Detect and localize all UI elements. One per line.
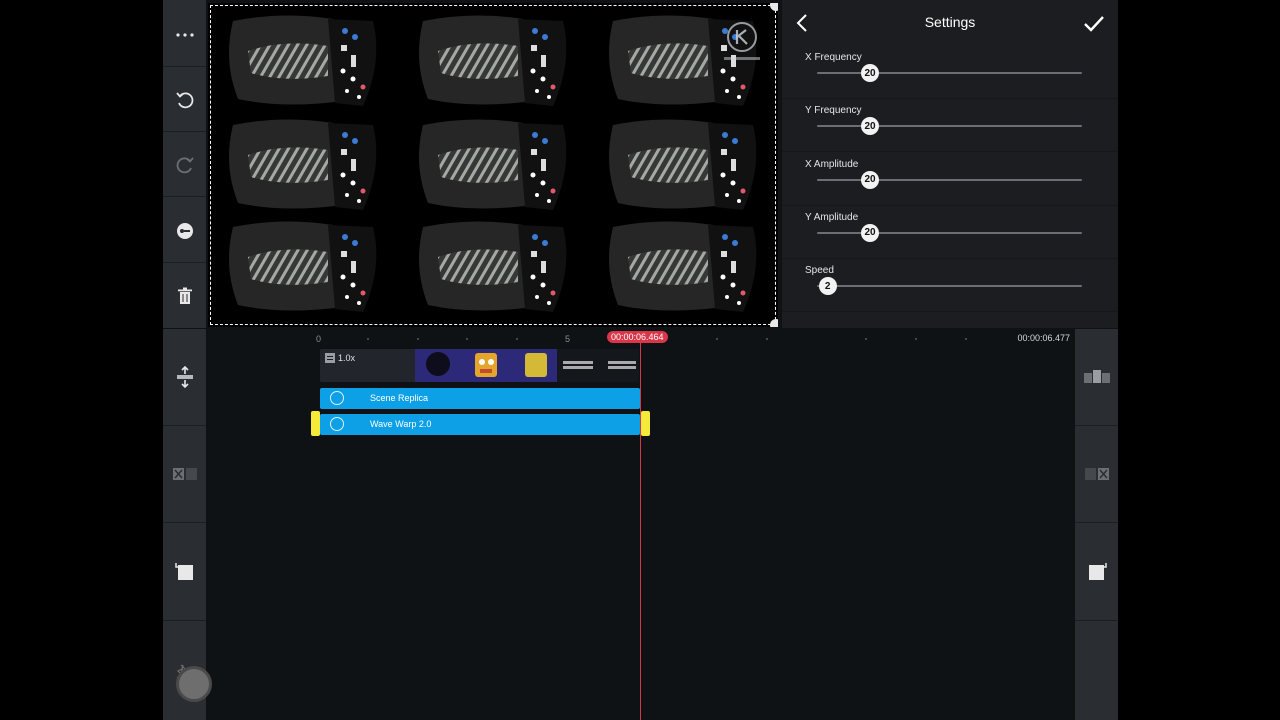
delete-button[interactable] xyxy=(163,264,206,328)
timeline-right-bar xyxy=(1075,329,1118,720)
slider-thumb[interactable]: 20 xyxy=(861,170,879,189)
layer-wave-warp[interactable]: Wave Warp 2.0 xyxy=(320,414,640,435)
keyframe-icon xyxy=(176,222,193,239)
clip-split-right-icon xyxy=(1084,468,1109,480)
end-time: 00:00:06.477 xyxy=(1017,333,1070,343)
param-label: Y Frequency xyxy=(805,105,862,117)
scale-handle[interactable] xyxy=(770,319,778,327)
trim-start-icon xyxy=(174,563,193,580)
track-height-icon xyxy=(176,365,193,389)
playhead[interactable] xyxy=(640,339,641,720)
slider-thumb[interactable]: 20 xyxy=(861,117,879,136)
ruler-dot xyxy=(915,338,917,340)
trash-icon xyxy=(177,287,192,304)
param-row: X Frequency 20 xyxy=(782,46,1118,99)
left-toolbar xyxy=(163,0,206,328)
ruler-dot xyxy=(367,338,369,340)
video-editor: Settings X Frequency 20 Y Frequency 20 X Amp… xyxy=(163,0,1118,720)
clip-split-button[interactable] xyxy=(163,426,206,523)
layer-scene-replica[interactable]: Scene Replica xyxy=(320,388,640,409)
kinemaster-watermark-icon xyxy=(724,22,760,60)
track-height-button[interactable] xyxy=(163,329,206,426)
slider-thumb[interactable]: 20 xyxy=(861,223,879,242)
ruler-dot xyxy=(516,338,518,340)
slider-track[interactable] xyxy=(817,285,1082,288)
timeline-left-bar xyxy=(163,329,212,720)
param-row: Y Amplitude 20 xyxy=(782,206,1118,259)
record-button[interactable] xyxy=(176,666,212,702)
layer-label: Wave Warp 2.0 xyxy=(370,419,432,429)
video-clip[interactable]: 1.0x xyxy=(320,349,639,382)
trim-end-icon xyxy=(1088,563,1107,580)
ruler-dot xyxy=(417,338,419,340)
slider-track[interactable] xyxy=(817,125,1082,128)
layer-label: Scene Replica xyxy=(370,393,429,403)
slider-track[interactable] xyxy=(817,72,1082,74)
playhead-time: 00:00:06.464 xyxy=(607,331,668,343)
trim-handle-right[interactable] xyxy=(641,411,650,436)
param-row: X Amplitude 20 xyxy=(782,153,1118,206)
more-icon xyxy=(175,32,194,37)
video-thumbnails xyxy=(320,349,639,382)
param-row: Speed 2 xyxy=(782,259,1118,313)
check-icon[interactable] xyxy=(1082,12,1106,36)
trim-end-button[interactable] xyxy=(1075,524,1118,621)
redo-icon xyxy=(176,156,194,173)
slider-thumb[interactable]: 20 xyxy=(861,64,879,82)
settings-title: Settings xyxy=(924,14,976,30)
ruler-dot xyxy=(716,338,718,340)
settings-panel: Settings X Frequency 20 Y Frequency 20 X Amp… xyxy=(782,0,1118,328)
keyframe-button[interactable] xyxy=(163,199,206,263)
clip-graphics-icon xyxy=(1083,370,1110,383)
slider-track[interactable] xyxy=(817,231,1082,234)
video-preview[interactable] xyxy=(208,3,778,327)
param-label: Speed xyxy=(805,265,834,277)
ruler-five: 5 xyxy=(565,334,571,344)
redo-button[interactable] xyxy=(163,133,206,197)
ruler-dot xyxy=(965,338,967,340)
param-label: X Frequency xyxy=(805,52,862,63)
ruler-dot xyxy=(865,338,867,340)
clip-split-icon xyxy=(172,468,197,480)
ruler-dot xyxy=(466,338,468,340)
more-button[interactable] xyxy=(163,3,206,67)
trim-start-button[interactable] xyxy=(163,524,206,621)
slider-track[interactable] xyxy=(817,178,1082,181)
speed-badge: 1.0x xyxy=(338,353,356,363)
param-label: Y Amplitude xyxy=(805,211,859,223)
clip-split-right-button[interactable] xyxy=(1075,426,1118,523)
param-row: Y Frequency 20 xyxy=(782,99,1118,153)
clip-menu-icon xyxy=(325,353,335,363)
param-label: X Amplitude xyxy=(805,158,859,170)
clip-graphics-button[interactable] xyxy=(1075,329,1118,426)
effect-icon xyxy=(330,417,344,431)
timeline: 0 5 00:00:06.464 00:00:06.477 1.0x Scene… xyxy=(163,329,1118,720)
slider-thumb[interactable]: 2 xyxy=(818,277,837,296)
preview-image xyxy=(229,15,757,312)
undo-button[interactable] xyxy=(163,68,206,132)
effect-icon xyxy=(330,391,344,405)
ruler-start: 0 xyxy=(316,334,322,344)
trim-handle-left[interactable] xyxy=(311,411,320,436)
settings-header: Settings xyxy=(782,0,1118,46)
undo-icon xyxy=(175,91,193,108)
ruler-dot xyxy=(766,338,768,340)
